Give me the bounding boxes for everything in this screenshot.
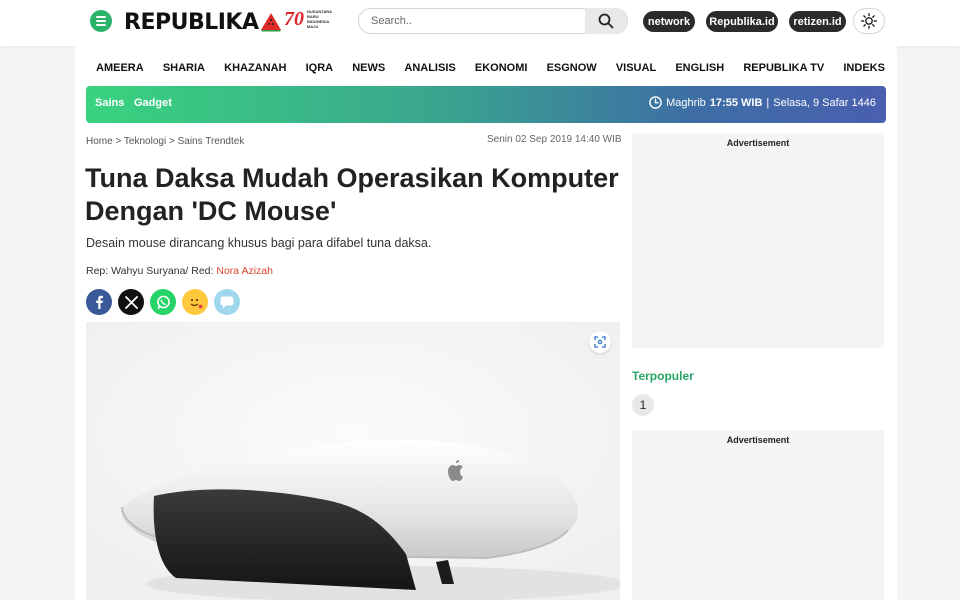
subnav-sains[interactable]: Sains <box>95 97 124 109</box>
share-buttons <box>86 289 240 315</box>
separator: | <box>766 96 770 109</box>
breadcrumb-sains-trendtek[interactable]: Sains Trendtek <box>178 136 245 147</box>
republika-id-link[interactable]: Republika.id <box>706 11 778 32</box>
nav-item-republika-tv[interactable]: REPUBLIKA TV <box>743 58 824 78</box>
nav-item-indeks[interactable]: INDEKS <box>843 58 885 78</box>
network-link[interactable]: network <box>643 11 695 32</box>
clock-icon <box>649 96 662 109</box>
ad-label: Advertisement <box>726 435 790 445</box>
republika-logo[interactable]: REPUBLIKA <box>124 8 282 36</box>
popular-title: Terpopuler <box>632 369 694 383</box>
subcategory-bar: Sains Gadget Maghrib 17:55 WIB | Selasa,… <box>86 86 886 123</box>
ad-slot-top: Advertisement <box>632 133 884 348</box>
nav-item-visual[interactable]: VISUAL <box>616 58 656 78</box>
menu-icon[interactable] <box>90 10 112 32</box>
sun-icon <box>861 13 877 29</box>
emoji-reaction-icon[interactable] <box>182 289 208 315</box>
comment-icon[interactable] <box>214 289 240 315</box>
nav-item-english[interactable]: ENGLISH <box>675 58 724 78</box>
ad-label: Advertisement <box>726 138 790 148</box>
search-button[interactable] <box>585 8 627 34</box>
breadcrumb-home[interactable]: Home <box>86 136 113 147</box>
breadcrumb: Home > Teknologi > Sains Trendtek <box>86 136 244 147</box>
prayer-label: Maghrib <box>666 96 706 109</box>
ad-slot-bottom: Advertisement <box>632 430 884 600</box>
x-icon[interactable] <box>118 289 144 315</box>
breadcrumb-separator: > <box>168 136 175 147</box>
nav-item-ameera[interactable]: AMEERA <box>96 58 144 78</box>
anniversary-tagline: NUSANTARA BARU INDONESIA MAJU <box>307 9 333 29</box>
nav-item-khazanah[interactable]: KHAZANAH <box>224 58 286 78</box>
expand-icon <box>594 336 606 348</box>
publish-date: Senin 02 Sep 2019 14:40 WIB <box>487 134 622 145</box>
main-content: AMEERA SHARIA KHAZANAH IQRA NEWS ANALISI… <box>75 46 897 600</box>
category-nav: AMEERA SHARIA KHAZANAH IQRA NEWS ANALISI… <box>75 58 897 78</box>
nav-item-ekonomi[interactable]: EKONOMI <box>475 58 528 78</box>
breadcrumb-teknologi[interactable]: Teknologi <box>124 136 166 147</box>
search-input[interactable] <box>371 13 581 29</box>
nav-item-analisis[interactable]: ANALISIS <box>404 58 455 78</box>
article-lead: Desain mouse dirancang khusus bagi para … <box>86 236 432 250</box>
retizen-link[interactable]: retizen.id <box>789 11 846 32</box>
prayer-time-info: Maghrib 17:55 WIB | Selasa, 9 Safar 1446 <box>649 96 876 109</box>
nav-item-iqra[interactable]: IQRA <box>306 58 334 78</box>
prayer-time: 17:55 WIB <box>709 96 763 109</box>
nav-item-sharia[interactable]: SHARIA <box>163 58 205 78</box>
expand-image-button[interactable] <box>589 331 611 353</box>
byline-reporter: Rep: Wahyu Suryana/ Red: <box>86 265 214 277</box>
hijri-date: Selasa, 9 Safar 1446 <box>773 96 876 109</box>
nav-item-esgnow[interactable]: ESGNOW <box>547 58 597 78</box>
byline: Rep: Wahyu Suryana/ Red: Nora Azizah <box>86 265 273 277</box>
editor-link[interactable]: Nora Azizah <box>216 265 273 277</box>
mouse-photo <box>86 322 620 600</box>
search-box <box>358 8 628 34</box>
facebook-icon[interactable] <box>86 289 112 315</box>
watermelon-icon <box>260 13 281 32</box>
nav-item-news[interactable]: NEWS <box>352 58 385 78</box>
popular-rank-1[interactable]: 1 <box>632 394 654 416</box>
breadcrumb-separator: > <box>115 136 122 147</box>
article-title: Tuna Daksa Mudah Operasikan Komputer Den… <box>85 163 619 226</box>
subnav-gadget[interactable]: Gadget <box>134 97 172 109</box>
article-image[interactable] <box>86 322 620 600</box>
theme-toggle-button[interactable] <box>853 8 885 34</box>
search-icon <box>598 13 614 29</box>
site-header: REPUBLIKA 70 NUSANTARA BARU INDONESIA MA… <box>0 0 960 46</box>
anniversary-badge: 70 NUSANTARA BARU INDONESIA MAJU <box>284 8 333 30</box>
whatsapp-icon[interactable] <box>150 289 176 315</box>
